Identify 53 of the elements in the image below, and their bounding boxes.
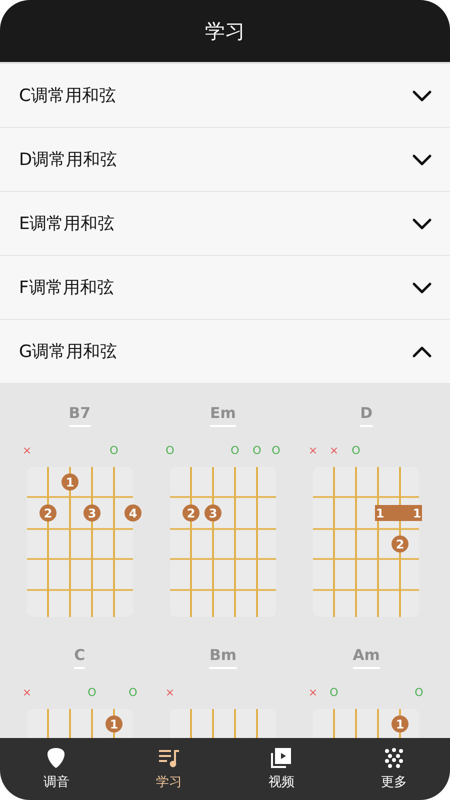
finger-dot: 2	[392, 536, 409, 552]
section-title: E调常用和弦	[19, 213, 115, 235]
dots-grid-icon	[382, 747, 405, 769]
muted-string-mark: ×	[308, 686, 318, 699]
accordion-header[interactable]: C调常用和弦	[0, 62, 450, 128]
section-title: D调常用和弦	[19, 149, 118, 171]
nav-tab[interactable]: 更多	[338, 738, 450, 800]
accordion-header[interactable]: G调常用和弦	[0, 320, 450, 384]
open-string-mark: O	[230, 444, 240, 457]
muted-string-mark: ×	[22, 686, 32, 699]
barre-bar: 1 1	[375, 505, 422, 521]
finger-dot: 4	[124, 504, 142, 522]
nav-tab[interactable]: 学习	[112, 738, 225, 800]
finger-dot: 1	[392, 716, 409, 732]
finger-dot: 1	[61, 474, 78, 490]
fretboard-grid	[190, 709, 258, 738]
open-string-mark: O	[87, 686, 96, 699]
chord-name: D	[360, 404, 373, 427]
finger-dot: 2	[39, 504, 56, 522]
chord-name: Em	[210, 404, 236, 427]
section-title: F调常用和弦	[19, 277, 114, 299]
nav-tab[interactable]: 调音	[0, 738, 112, 800]
open-string-mark: O	[252, 444, 262, 457]
chord-name: C	[74, 646, 86, 669]
open-string-mark: O	[352, 444, 361, 457]
accordion-header[interactable]: E调常用和弦	[0, 192, 450, 256]
open-string-mark: O	[166, 444, 174, 457]
fretboard-grid	[334, 709, 402, 738]
video-icon	[270, 747, 292, 769]
section-title: G调常用和弦	[19, 341, 118, 363]
music-list-icon	[158, 747, 180, 769]
open-string-mark: O	[414, 686, 424, 699]
muted-string-mark: ×	[308, 444, 318, 457]
accordion-header[interactable]: F调常用和弦	[0, 256, 450, 320]
open-string-mark: O	[128, 686, 137, 699]
chord-name: B7	[68, 404, 91, 427]
muted-string-mark: ×	[330, 444, 339, 457]
nav-tab[interactable]: 视频	[225, 738, 338, 800]
open-string-mark: O	[330, 686, 339, 699]
finger-dot: 2	[182, 504, 200, 522]
chord-name: Bm	[209, 646, 237, 669]
muted-string-mark: ×	[22, 444, 32, 457]
accordion-header[interactable]: D调常用和弦	[0, 128, 450, 192]
open-string-mark: O	[272, 444, 280, 457]
finger-dot: 3	[83, 504, 100, 522]
chord-name: Am	[352, 646, 380, 669]
section-title: C调常用和弦	[19, 85, 116, 107]
open-string-mark: O	[109, 444, 118, 457]
guitar-pick-icon	[45, 747, 68, 769]
finger-dot: 1	[105, 716, 122, 732]
finger-dot: 3	[204, 504, 222, 522]
page-title: 学习	[205, 18, 245, 44]
muted-string-mark: ×	[165, 686, 175, 699]
